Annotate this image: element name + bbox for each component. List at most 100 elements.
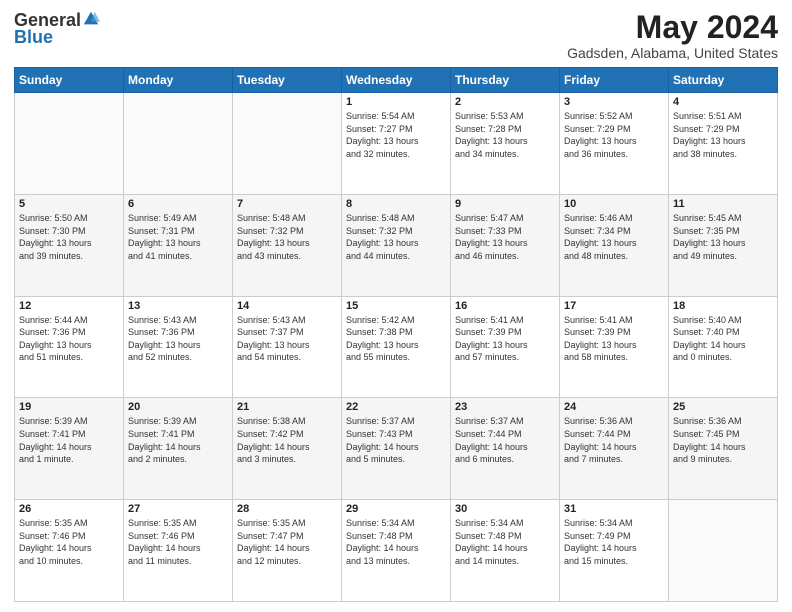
day-number: 6 xyxy=(128,198,228,210)
calendar-cell: 26 Sunrise: 5:35 AM Sunset: 7:46 PM Dayli… xyxy=(15,500,124,602)
calendar-cell: 31 Sunrise: 5:34 AM Sunset: 7:49 PM Dayli… xyxy=(560,500,669,602)
calendar-cell: 20 Sunrise: 5:39 AM Sunset: 7:41 PM Dayli… xyxy=(124,398,233,500)
day-info: Sunrise: 5:51 AM Sunset: 7:29 PM Dayligh… xyxy=(673,110,773,160)
day-info: Sunrise: 5:43 AM Sunset: 7:37 PM Dayligh… xyxy=(237,314,337,364)
day-number: 14 xyxy=(237,300,337,312)
calendar-cell: 5Sunrise: 5:50 AM Sunset: 7:30 PM Daylig… xyxy=(15,194,124,296)
title-block: May 2024 Gadsden, Alabama, United States xyxy=(567,10,778,61)
day-number: 31 xyxy=(564,503,664,515)
month-title: May 2024 xyxy=(567,10,778,45)
day-info: Sunrise: 5:42 AM Sunset: 7:38 PM Dayligh… xyxy=(346,314,446,364)
day-info: Sunrise: 5:49 AM Sunset: 7:31 PM Dayligh… xyxy=(128,212,228,262)
day-number: 15 xyxy=(346,300,446,312)
calendar-table: SundayMondayTuesdayWednesdayThursdayFrid… xyxy=(14,67,778,602)
calendar-header-thursday: Thursday xyxy=(451,68,560,93)
calendar-week-row: 12Sunrise: 5:44 AM Sunset: 7:36 PM Dayli… xyxy=(15,296,778,398)
day-number: 16 xyxy=(455,300,555,312)
day-info: Sunrise: 5:53 AM Sunset: 7:28 PM Dayligh… xyxy=(455,110,555,160)
day-number: 10 xyxy=(564,198,664,210)
header: General Blue May 2024 Gadsden, Alabama, … xyxy=(14,10,778,61)
calendar-cell: 27 Sunrise: 5:35 AM Sunset: 7:46 PM Dayli… xyxy=(124,500,233,602)
day-number: 4 xyxy=(673,96,773,108)
calendar-cell: 29Sunrise: 5:34 AM Sunset: 7:48 PM Dayli… xyxy=(342,500,451,602)
day-number: 9 xyxy=(455,198,555,210)
day-number: 29 xyxy=(346,503,446,515)
location: Gadsden, Alabama, United States xyxy=(567,45,778,61)
day-info: Sunrise: 5:36 AM Sunset: 7:45 PM Dayligh… xyxy=(673,415,773,465)
day-info: Sunrise: 5:46 AM Sunset: 7:34 PM Dayligh… xyxy=(564,212,664,262)
day-number: 13 xyxy=(128,300,228,312)
calendar-header-saturday: Saturday xyxy=(669,68,778,93)
day-info: Sunrise: 5:48 AM Sunset: 7:32 PM Dayligh… xyxy=(346,212,446,262)
day-number: 21 xyxy=(237,401,337,413)
day-number: 1 xyxy=(346,96,446,108)
calendar-cell xyxy=(124,93,233,195)
day-number: 25 xyxy=(673,401,773,413)
calendar-cell: 3 Sunrise: 5:52 AM Sunset: 7:29 PM Daylig… xyxy=(560,93,669,195)
day-number: 24 xyxy=(564,401,664,413)
day-number: 20 xyxy=(128,401,228,413)
day-number: 22 xyxy=(346,401,446,413)
day-info: Sunrise: 5:34 AM Sunset: 7:49 PM Dayligh… xyxy=(564,517,664,567)
calendar-cell: 22 Sunrise: 5:37 AM Sunset: 7:43 PM Dayli… xyxy=(342,398,451,500)
calendar-week-row: 26 Sunrise: 5:35 AM Sunset: 7:46 PM Dayli… xyxy=(15,500,778,602)
calendar-cell: 13Sunrise: 5:43 AM Sunset: 7:36 PM Dayli… xyxy=(124,296,233,398)
day-number: 26 xyxy=(19,503,119,515)
calendar-cell: 17 Sunrise: 5:41 AM Sunset: 7:39 PM Dayli… xyxy=(560,296,669,398)
calendar-week-row: 5Sunrise: 5:50 AM Sunset: 7:30 PM Daylig… xyxy=(15,194,778,296)
calendar-cell: 24 Sunrise: 5:36 AM Sunset: 7:44 PM Dayli… xyxy=(560,398,669,500)
calendar-header-wednesday: Wednesday xyxy=(342,68,451,93)
calendar-cell xyxy=(669,500,778,602)
day-info: Sunrise: 5:45 AM Sunset: 7:35 PM Dayligh… xyxy=(673,212,773,262)
calendar-header-sunday: Sunday xyxy=(15,68,124,93)
calendar-cell: 11 Sunrise: 5:45 AM Sunset: 7:35 PM Dayli… xyxy=(669,194,778,296)
day-info: Sunrise: 5:34 AM Sunset: 7:48 PM Dayligh… xyxy=(455,517,555,567)
calendar-header-tuesday: Tuesday xyxy=(233,68,342,93)
day-info: Sunrise: 5:35 AM Sunset: 7:46 PM Dayligh… xyxy=(19,517,119,567)
calendar-cell: 6 Sunrise: 5:49 AM Sunset: 7:31 PM Daylig… xyxy=(124,194,233,296)
day-number: 3 xyxy=(564,96,664,108)
day-number: 27 xyxy=(128,503,228,515)
day-info: Sunrise: 5:48 AM Sunset: 7:32 PM Dayligh… xyxy=(237,212,337,262)
day-number: 11 xyxy=(673,198,773,210)
calendar-cell xyxy=(15,93,124,195)
logo-blue-text: Blue xyxy=(14,28,100,46)
day-info: Sunrise: 5:52 AM Sunset: 7:29 PM Dayligh… xyxy=(564,110,664,160)
calendar-cell: 28 Sunrise: 5:35 AM Sunset: 7:47 PM Dayli… xyxy=(233,500,342,602)
day-info: Sunrise: 5:35 AM Sunset: 7:47 PM Dayligh… xyxy=(237,517,337,567)
day-number: 19 xyxy=(19,401,119,413)
calendar-cell: 14 Sunrise: 5:43 AM Sunset: 7:37 PM Dayli… xyxy=(233,296,342,398)
calendar-week-row: 19 Sunrise: 5:39 AM Sunset: 7:41 PM Dayli… xyxy=(15,398,778,500)
calendar-cell: 19 Sunrise: 5:39 AM Sunset: 7:41 PM Dayli… xyxy=(15,398,124,500)
day-number: 30 xyxy=(455,503,555,515)
logo: General Blue xyxy=(14,10,100,46)
calendar-cell xyxy=(233,93,342,195)
day-info: Sunrise: 5:39 AM Sunset: 7:41 PM Dayligh… xyxy=(128,415,228,465)
day-number: 7 xyxy=(237,198,337,210)
day-info: Sunrise: 5:35 AM Sunset: 7:46 PM Dayligh… xyxy=(128,517,228,567)
day-number: 17 xyxy=(564,300,664,312)
calendar-cell: 4 Sunrise: 5:51 AM Sunset: 7:29 PM Daylig… xyxy=(669,93,778,195)
calendar-cell: 10 Sunrise: 5:46 AM Sunset: 7:34 PM Dayli… xyxy=(560,194,669,296)
day-info: Sunrise: 5:36 AM Sunset: 7:44 PM Dayligh… xyxy=(564,415,664,465)
day-number: 18 xyxy=(673,300,773,312)
calendar-cell: 21 Sunrise: 5:38 AM Sunset: 7:42 PM Dayli… xyxy=(233,398,342,500)
calendar-week-row: 1 Sunrise: 5:54 AM Sunset: 7:27 PM Daylig… xyxy=(15,93,778,195)
calendar-header-friday: Friday xyxy=(560,68,669,93)
calendar-cell: 16Sunrise: 5:41 AM Sunset: 7:39 PM Dayli… xyxy=(451,296,560,398)
day-info: Sunrise: 5:44 AM Sunset: 7:36 PM Dayligh… xyxy=(19,314,119,364)
day-info: Sunrise: 5:37 AM Sunset: 7:43 PM Dayligh… xyxy=(346,415,446,465)
calendar-cell: 23Sunrise: 5:37 AM Sunset: 7:44 PM Dayli… xyxy=(451,398,560,500)
day-info: Sunrise: 5:54 AM Sunset: 7:27 PM Dayligh… xyxy=(346,110,446,160)
calendar-cell: 18 Sunrise: 5:40 AM Sunset: 7:40 PM Dayli… xyxy=(669,296,778,398)
day-info: Sunrise: 5:40 AM Sunset: 7:40 PM Dayligh… xyxy=(673,314,773,364)
day-info: Sunrise: 5:41 AM Sunset: 7:39 PM Dayligh… xyxy=(564,314,664,364)
day-info: Sunrise: 5:39 AM Sunset: 7:41 PM Dayligh… xyxy=(19,415,119,465)
day-number: 28 xyxy=(237,503,337,515)
day-info: Sunrise: 5:37 AM Sunset: 7:44 PM Dayligh… xyxy=(455,415,555,465)
day-number: 8 xyxy=(346,198,446,210)
logo-icon xyxy=(82,10,100,28)
calendar-header-monday: Monday xyxy=(124,68,233,93)
calendar-cell: 15 Sunrise: 5:42 AM Sunset: 7:38 PM Dayli… xyxy=(342,296,451,398)
day-info: Sunrise: 5:38 AM Sunset: 7:42 PM Dayligh… xyxy=(237,415,337,465)
